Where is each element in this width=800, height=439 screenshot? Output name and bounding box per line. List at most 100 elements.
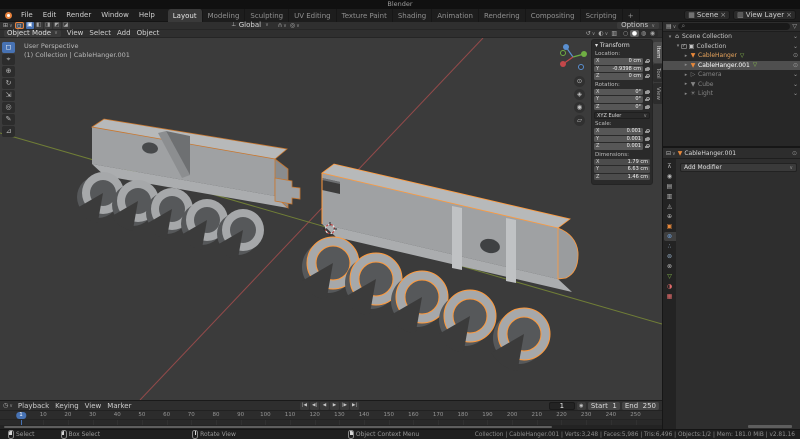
eye-closed-icon[interactable]: ⌄ bbox=[793, 33, 798, 40]
rotation-x-field[interactable]: X0° bbox=[594, 89, 643, 96]
start-frame-field[interactable]: Start 1 bbox=[588, 402, 620, 410]
tab-material[interactable]: ◑ bbox=[664, 282, 676, 291]
jump-to-start-button[interactable]: |◀ bbox=[300, 402, 309, 410]
transform-tool[interactable]: ◎ bbox=[2, 102, 15, 113]
overlays-icon[interactable]: ◐∨ bbox=[598, 30, 608, 37]
menu-file[interactable]: File bbox=[16, 9, 38, 22]
outliner-row-camera[interactable]: ▸▷Camera⌄ bbox=[663, 70, 800, 80]
properties-breadcrumb[interactable]: ▼ CableHanger.001 bbox=[678, 150, 736, 157]
workspace-tab-rendering[interactable]: Rendering bbox=[479, 9, 526, 22]
outliner-search-input[interactable]: ⌕ bbox=[678, 23, 790, 30]
dimensions-y-field[interactable]: Y6.63 cm bbox=[594, 166, 650, 173]
end-frame-field[interactable]: End 250 bbox=[622, 402, 659, 410]
tab-physics[interactable]: ⊚ bbox=[664, 252, 676, 261]
eye-open-icon[interactable]: ⊙ bbox=[793, 62, 798, 69]
next-keyframe-button[interactable]: |▶ bbox=[340, 402, 349, 410]
menu-help[interactable]: Help bbox=[134, 9, 160, 22]
menu-window[interactable]: Window bbox=[96, 9, 134, 22]
workspace-tab-uv-editing[interactable]: UV Editing bbox=[289, 9, 337, 22]
eye-closed-icon[interactable]: ⌄ bbox=[793, 90, 798, 97]
rotation-mode-dropdown[interactable]: XYZ Euler∨ bbox=[594, 112, 650, 119]
workspace-tab-shading[interactable]: Shading bbox=[393, 9, 432, 22]
timeline-menu-playback[interactable]: Playback bbox=[15, 402, 52, 410]
snapping-magnet-icon[interactable]: ∩∨ bbox=[278, 22, 287, 29]
workspace-tab-animation[interactable]: Animation bbox=[432, 9, 479, 22]
lock-icon[interactable] bbox=[645, 67, 650, 71]
viewport-menu-add[interactable]: Add bbox=[114, 29, 134, 37]
cursor-tool[interactable]: ⌖ bbox=[2, 54, 15, 65]
tab-modifiers[interactable]: ⊛ bbox=[664, 232, 676, 241]
mode-subtract-icon[interactable]: ◨ bbox=[44, 22, 52, 29]
shading-solid-icon[interactable]: ● bbox=[630, 30, 639, 38]
viewport-menu-object[interactable]: Object bbox=[134, 29, 163, 37]
transform-panel-header[interactable]: ▾ Transform bbox=[595, 42, 650, 49]
sidebar-tab-tool[interactable]: Tool bbox=[653, 64, 662, 83]
rotation-y-field[interactable]: Y0° bbox=[594, 96, 643, 103]
tab-world[interactable]: ⊕ bbox=[664, 212, 676, 221]
location-z-field[interactable]: Z0 cm bbox=[594, 73, 643, 80]
mode-set-icon[interactable]: ▣ bbox=[26, 22, 34, 29]
rotate-tool[interactable]: ↻ bbox=[2, 78, 15, 89]
gizmo-dropdown-icon[interactable]: ↺∨ bbox=[586, 30, 596, 37]
properties-scrollbar[interactable] bbox=[748, 425, 792, 428]
shading-rendered-icon[interactable]: ◉ bbox=[648, 30, 657, 38]
lock-icon[interactable] bbox=[645, 59, 650, 63]
workspace-tab-texture-paint[interactable]: Texture Paint bbox=[337, 9, 393, 22]
viewport-menu-view[interactable]: View bbox=[64, 29, 87, 37]
outliner-row-cube[interactable]: ▸▼Cube⌄ bbox=[663, 80, 800, 90]
move-tool[interactable]: ⊕ bbox=[2, 66, 15, 77]
tab-object-data[interactable]: ▽ bbox=[664, 272, 676, 281]
rotation-z-field[interactable]: Z0° bbox=[594, 104, 643, 111]
sidebar-tab-item[interactable]: Item bbox=[653, 42, 662, 63]
lock-icon[interactable] bbox=[645, 144, 650, 148]
dimensions-z-field[interactable]: Z1.46 cm bbox=[594, 174, 650, 181]
tab-tool[interactable]: ⊼ bbox=[664, 162, 676, 171]
outliner-row-cablehanger-001[interactable]: ▸▼CableHanger.001▽⊙ bbox=[663, 61, 800, 71]
menu-edit[interactable]: Edit bbox=[38, 9, 62, 22]
workspace-tab-layout[interactable]: Layout bbox=[168, 9, 203, 22]
zoom-icon[interactable]: ⊙ bbox=[574, 76, 585, 87]
outliner-row-light[interactable]: ▸☀Light⌄ bbox=[663, 89, 800, 99]
properties-editor-type-icon[interactable]: ⊟∨ bbox=[666, 150, 676, 157]
lock-icon[interactable] bbox=[645, 74, 650, 78]
play-button[interactable]: ▶ bbox=[330, 402, 339, 410]
move-view-icon[interactable]: ◈ bbox=[574, 89, 585, 100]
tab-scene[interactable]: ◬ bbox=[664, 202, 676, 211]
scale-y-field[interactable]: Y0.001 bbox=[594, 136, 643, 143]
timeline-ruler[interactable]: 1 10203040506070809010011012013014015016… bbox=[0, 411, 662, 420]
scale-z-field[interactable]: Z0.001 bbox=[594, 143, 643, 150]
view-layer-selector[interactable]: ▥ View Layer × bbox=[733, 10, 796, 20]
perspective-icon[interactable]: ▱ bbox=[574, 115, 585, 126]
transform-orientation-dropdown[interactable]: Global bbox=[239, 21, 261, 29]
tab-render[interactable]: ◉ bbox=[664, 172, 676, 181]
jump-to-end-button[interactable]: ▶| bbox=[350, 402, 359, 410]
lock-icon[interactable] bbox=[645, 97, 650, 101]
location-x-field[interactable]: X0 cm bbox=[594, 58, 643, 65]
sidebar-tab-view[interactable]: View bbox=[653, 83, 662, 104]
play-reverse-button[interactable]: ◀ bbox=[320, 402, 329, 410]
workspace-tab-modeling[interactable]: Modeling bbox=[203, 9, 246, 22]
xray-toggle-icon[interactable]: ▥ bbox=[611, 30, 617, 37]
location-y-field[interactable]: Y-0.9398 cm bbox=[594, 66, 643, 73]
editor-type-icon[interactable]: ⊞∨ bbox=[3, 22, 13, 29]
timeline-menu-keying[interactable]: Keying bbox=[52, 402, 82, 410]
shading-wireframe-icon[interactable]: ○ bbox=[621, 30, 630, 38]
tab-constraints[interactable]: ⊗ bbox=[664, 262, 676, 271]
tab-object[interactable]: ▣ bbox=[664, 222, 676, 231]
lock-icon[interactable] bbox=[645, 137, 650, 141]
eye-closed-icon[interactable]: ⌄ bbox=[793, 81, 798, 88]
auto-keying-icon[interactable]: ◉ bbox=[577, 402, 586, 410]
unlink-scene-icon[interactable]: × bbox=[720, 11, 726, 19]
eye-closed-icon[interactable]: ⌄ bbox=[793, 71, 798, 78]
add-modifier-dropdown[interactable]: Add Modifier∨ bbox=[680, 163, 797, 172]
pin-icon[interactable]: ⊙ bbox=[792, 150, 797, 157]
lock-icon[interactable] bbox=[645, 129, 650, 133]
lock-icon[interactable] bbox=[645, 90, 650, 94]
timeline-editor-type-icon[interactable]: ◷∨ bbox=[3, 402, 13, 409]
camera-view-icon[interactable]: ◉ bbox=[574, 102, 585, 113]
mode-dropdown[interactable]: Object Mode∨ bbox=[4, 30, 61, 37]
scale-tool[interactable]: ⇲ bbox=[2, 90, 15, 101]
proportional-editing-icon[interactable]: ◎∨ bbox=[290, 22, 300, 29]
outliner-filter-icon[interactable]: ▽ bbox=[792, 23, 797, 30]
lock-icon[interactable] bbox=[645, 105, 650, 109]
